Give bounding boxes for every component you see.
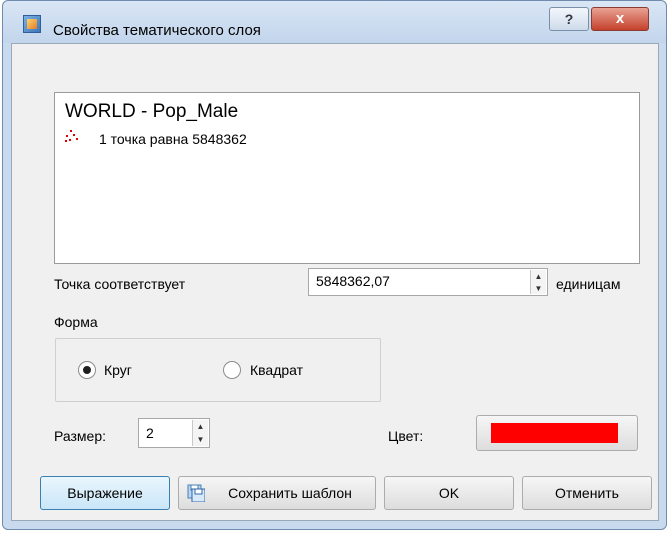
save-icon: [187, 484, 205, 502]
shape-group: Круг Квадрат: [55, 338, 381, 402]
circle-label[interactable]: Круг: [104, 362, 132, 378]
title-bar[interactable]: Свойства тематического слоя ? x: [3, 1, 666, 43]
layer-name: WORLD - Pop_Male: [65, 101, 239, 122]
dot-value-stepper[interactable]: ▲ ▼: [530, 270, 546, 294]
cancel-button[interactable]: Отменить: [522, 476, 652, 510]
decrement-arrow-icon[interactable]: ▼: [531, 282, 546, 294]
square-radio[interactable]: [223, 361, 241, 379]
color-label: Цвет:: [388, 428, 424, 444]
dot-value-label: Точка соответствует: [54, 276, 186, 292]
save-template-button[interactable]: Сохранить шаблон: [178, 476, 376, 510]
dot-value-spinbox[interactable]: 5848362,07 ▲ ▼: [308, 268, 548, 296]
square-label[interactable]: Квадрат: [250, 362, 303, 378]
size-stepper[interactable]: ▲ ▼: [192, 420, 208, 446]
legend-text: 1 точка равна 5848362: [99, 131, 247, 147]
size-label: Размер:: [54, 428, 107, 444]
dialog-body: WORLD - Pop_Male 1 точка равна 5848362 Т…: [11, 43, 659, 521]
shape-label: Форма: [54, 314, 98, 330]
decrement-arrow-icon[interactable]: ▼: [193, 433, 208, 446]
size-spinbox[interactable]: 2 ▲ ▼: [138, 418, 210, 448]
color-picker-button[interactable]: [476, 415, 638, 451]
close-button[interactable]: x: [591, 7, 649, 31]
units-label: единицам: [556, 276, 621, 292]
color-swatch: [491, 423, 618, 443]
increment-arrow-icon[interactable]: ▲: [193, 420, 208, 433]
ok-button[interactable]: OK: [384, 476, 514, 510]
expression-button[interactable]: Выражение: [40, 476, 170, 510]
legend-preview: WORLD - Pop_Male 1 точка равна 5848362: [54, 92, 640, 264]
save-template-label: Сохранить шаблон: [228, 485, 352, 501]
dot-density-icon: [65, 129, 79, 143]
dialog-window: Свойства тематического слоя ? x WORLD - …: [2, 0, 667, 530]
dot-value-field[interactable]: 5848362,07: [316, 273, 390, 289]
help-button[interactable]: ?: [549, 7, 589, 31]
window-title: Свойства тематического слоя: [53, 22, 261, 39]
increment-arrow-icon[interactable]: ▲: [531, 270, 546, 282]
size-field[interactable]: 2: [146, 425, 154, 441]
thematic-layer-icon: [23, 15, 41, 33]
circle-radio[interactable]: [78, 361, 96, 379]
